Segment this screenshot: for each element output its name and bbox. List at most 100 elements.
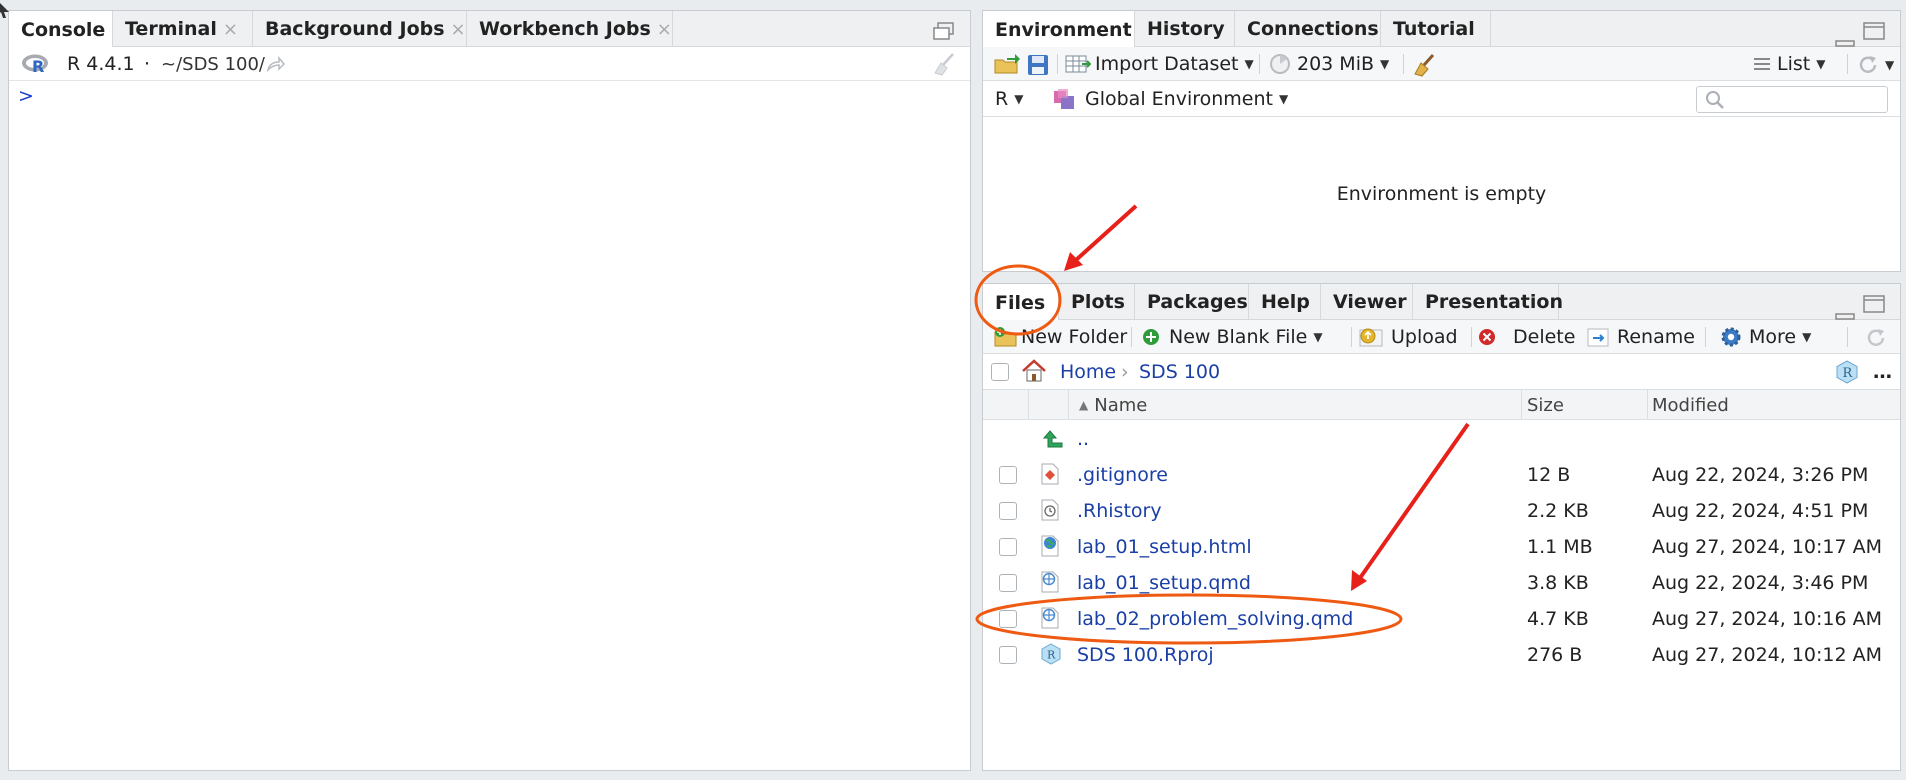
- load-workspace-icon[interactable]: [993, 52, 1021, 76]
- chevron-down-icon[interactable]: ▼: [1885, 58, 1894, 72]
- tab-plots[interactable]: Plots: [1059, 284, 1135, 320]
- file-name-link[interactable]: .gitignore: [1077, 457, 1168, 493]
- file-row-checkbox[interactable]: [999, 466, 1017, 484]
- working-dir-path[interactable]: ~/SDS 100/: [161, 47, 265, 81]
- file-size: 276 B: [1527, 644, 1583, 666]
- tab-terminal[interactable]: Terminal ×: [113, 11, 253, 47]
- tab-connections[interactable]: Connections: [1235, 11, 1381, 47]
- minimize-pane-icon[interactable]: [1835, 302, 1855, 320]
- tab-packages-label: Packages: [1147, 291, 1248, 313]
- file-size: 4.7 KB: [1527, 608, 1589, 630]
- header-checkbox-column: [983, 390, 1029, 420]
- upload-icon: [1359, 328, 1383, 347]
- file-row-checkbox[interactable]: [999, 646, 1017, 664]
- rproj-file-icon: R: [1041, 643, 1061, 665]
- file-row-checkbox[interactable]: [999, 610, 1017, 628]
- tab-help[interactable]: Help: [1249, 284, 1321, 320]
- console-pane: Console Terminal × Background Jobs × Wor…: [8, 10, 971, 771]
- file-row-checkbox[interactable]: [999, 574, 1017, 592]
- list-view-button[interactable]: List ▼: [1753, 47, 1825, 81]
- save-workspace-icon[interactable]: [1027, 54, 1049, 76]
- file-name-link[interactable]: lab_01_setup.html: [1077, 529, 1252, 565]
- import-dataset-button[interactable]: Import Dataset ▼: [1065, 47, 1254, 81]
- file-row[interactable]: lab_01_setup.qmd 3.8 KB Aug 22, 2024, 3:…: [983, 565, 1900, 601]
- new-blank-file-label: New Blank File: [1169, 326, 1308, 348]
- tab-files-label: Files: [995, 291, 1046, 314]
- language-select[interactable]: R ▼: [995, 81, 1023, 117]
- files-toolbar: New Folder New Blank File ▼ Upload Delete…: [983, 320, 1900, 354]
- memory-usage-button[interactable]: 203 MiB ▼: [1269, 47, 1389, 81]
- parent-directory-link[interactable]: ..: [1077, 421, 1089, 457]
- breadcrumb-home[interactable]: Home: [1060, 354, 1116, 390]
- tab-background-jobs[interactable]: Background Jobs ×: [253, 11, 467, 47]
- select-all-checkbox[interactable]: [991, 363, 1009, 381]
- console-prompt[interactable]: >: [18, 85, 34, 107]
- clear-console-icon[interactable]: [931, 51, 957, 77]
- tab-console[interactable]: Console: [9, 11, 113, 48]
- add-circle-icon: [1143, 329, 1159, 345]
- environment-select[interactable]: Global Environment ▼: [1053, 81, 1288, 117]
- column-header-name[interactable]: ▲ Name: [1079, 390, 1147, 420]
- more-options-ellipsis[interactable]: …: [1873, 354, 1892, 390]
- tab-presentation[interactable]: Presentation: [1413, 284, 1563, 320]
- memory-usage-label: 203 MiB: [1297, 53, 1375, 75]
- column-header-modified[interactable]: Modified: [1652, 390, 1729, 420]
- restore-pane-icon[interactable]: [933, 21, 955, 40]
- upload-label: Upload: [1391, 326, 1458, 348]
- file-row[interactable]: .Rhistory 2.2 KB Aug 22, 2024, 4:51 PM: [983, 493, 1900, 529]
- home-icon[interactable]: [1021, 359, 1047, 383]
- clear-workspace-icon[interactable]: [1411, 52, 1437, 78]
- file-row[interactable]: lab_01_setup.html 1.1 MB Aug 27, 2024, 1…: [983, 529, 1900, 565]
- gear-icon: [1721, 327, 1741, 347]
- upload-button[interactable]: Upload: [1359, 320, 1458, 354]
- files-pane: Files Plots Packages Help Viewer Present…: [982, 283, 1901, 771]
- maximize-pane-icon[interactable]: [1863, 294, 1885, 313]
- delete-button[interactable]: Delete: [1477, 320, 1575, 354]
- column-header-size[interactable]: Size: [1527, 390, 1564, 420]
- quarto-file-icon: [1041, 607, 1059, 629]
- tab-terminal-label: Terminal: [125, 18, 217, 40]
- maximize-pane-icon[interactable]: [1863, 21, 1885, 40]
- tab-viewer[interactable]: Viewer: [1321, 284, 1413, 320]
- environment-select-label: Global Environment: [1085, 88, 1273, 110]
- tab-files[interactable]: Files: [983, 284, 1059, 321]
- environment-empty-message: Environment is empty: [1336, 183, 1547, 205]
- file-modified: Aug 22, 2024, 3:46 PM: [1652, 572, 1869, 594]
- close-workbench-jobs-icon[interactable]: ×: [657, 19, 672, 40]
- file-modified: Aug 22, 2024, 4:51 PM: [1652, 500, 1869, 522]
- tab-tutorial[interactable]: Tutorial: [1381, 11, 1491, 47]
- refresh-files-icon[interactable]: [1865, 327, 1887, 349]
- parent-directory-row[interactable]: ..: [983, 421, 1900, 457]
- file-name-link[interactable]: SDS 100.Rproj: [1077, 637, 1214, 673]
- r-logo-icon: R: [21, 53, 51, 76]
- file-name-link[interactable]: lab_02_problem_solving.qmd: [1077, 601, 1353, 637]
- new-folder-button[interactable]: New Folder: [993, 320, 1127, 354]
- file-row-checkbox[interactable]: [999, 538, 1017, 556]
- file-name-link[interactable]: lab_01_setup.qmd: [1077, 565, 1251, 601]
- tab-workbench-jobs[interactable]: Workbench Jobs ×: [467, 11, 673, 47]
- file-row[interactable]: lab_02_problem_solving.qmd 4.7 KB Aug 27…: [983, 601, 1900, 637]
- tab-history-label: History: [1147, 18, 1225, 40]
- environment-search-input[interactable]: [1696, 86, 1888, 113]
- minimize-pane-icon[interactable]: [1835, 29, 1855, 47]
- tab-packages[interactable]: Packages: [1135, 284, 1249, 320]
- new-blank-file-button[interactable]: New Blank File ▼: [1141, 320, 1323, 354]
- file-row-checkbox[interactable]: [999, 502, 1017, 520]
- file-row[interactable]: .gitignore 12 B Aug 22, 2024, 3:26 PM: [983, 457, 1900, 493]
- tab-history[interactable]: History: [1135, 11, 1235, 47]
- tab-plots-label: Plots: [1071, 291, 1125, 313]
- breadcrumb-current-folder[interactable]: SDS 100: [1139, 354, 1220, 390]
- rename-button[interactable]: Rename: [1587, 320, 1695, 354]
- file-row[interactable]: R SDS 100.Rproj 276 B Aug 27, 2024, 10:1…: [983, 637, 1900, 673]
- file-name-link[interactable]: .Rhistory: [1077, 493, 1162, 529]
- close-terminal-icon[interactable]: ×: [223, 19, 238, 40]
- refresh-icon[interactable]: [1857, 54, 1879, 76]
- go-to-directory-icon[interactable]: [265, 55, 286, 73]
- more-menu-button[interactable]: More ▼: [1719, 320, 1811, 354]
- project-root-icon[interactable]: R: [1835, 360, 1859, 384]
- tab-presentation-label: Presentation: [1425, 291, 1563, 313]
- tab-environment[interactable]: Environment: [983, 11, 1135, 48]
- close-background-jobs-icon[interactable]: ×: [451, 19, 466, 40]
- toolbar-separator: [1705, 327, 1706, 347]
- new-folder-label: New Folder: [1021, 326, 1128, 348]
